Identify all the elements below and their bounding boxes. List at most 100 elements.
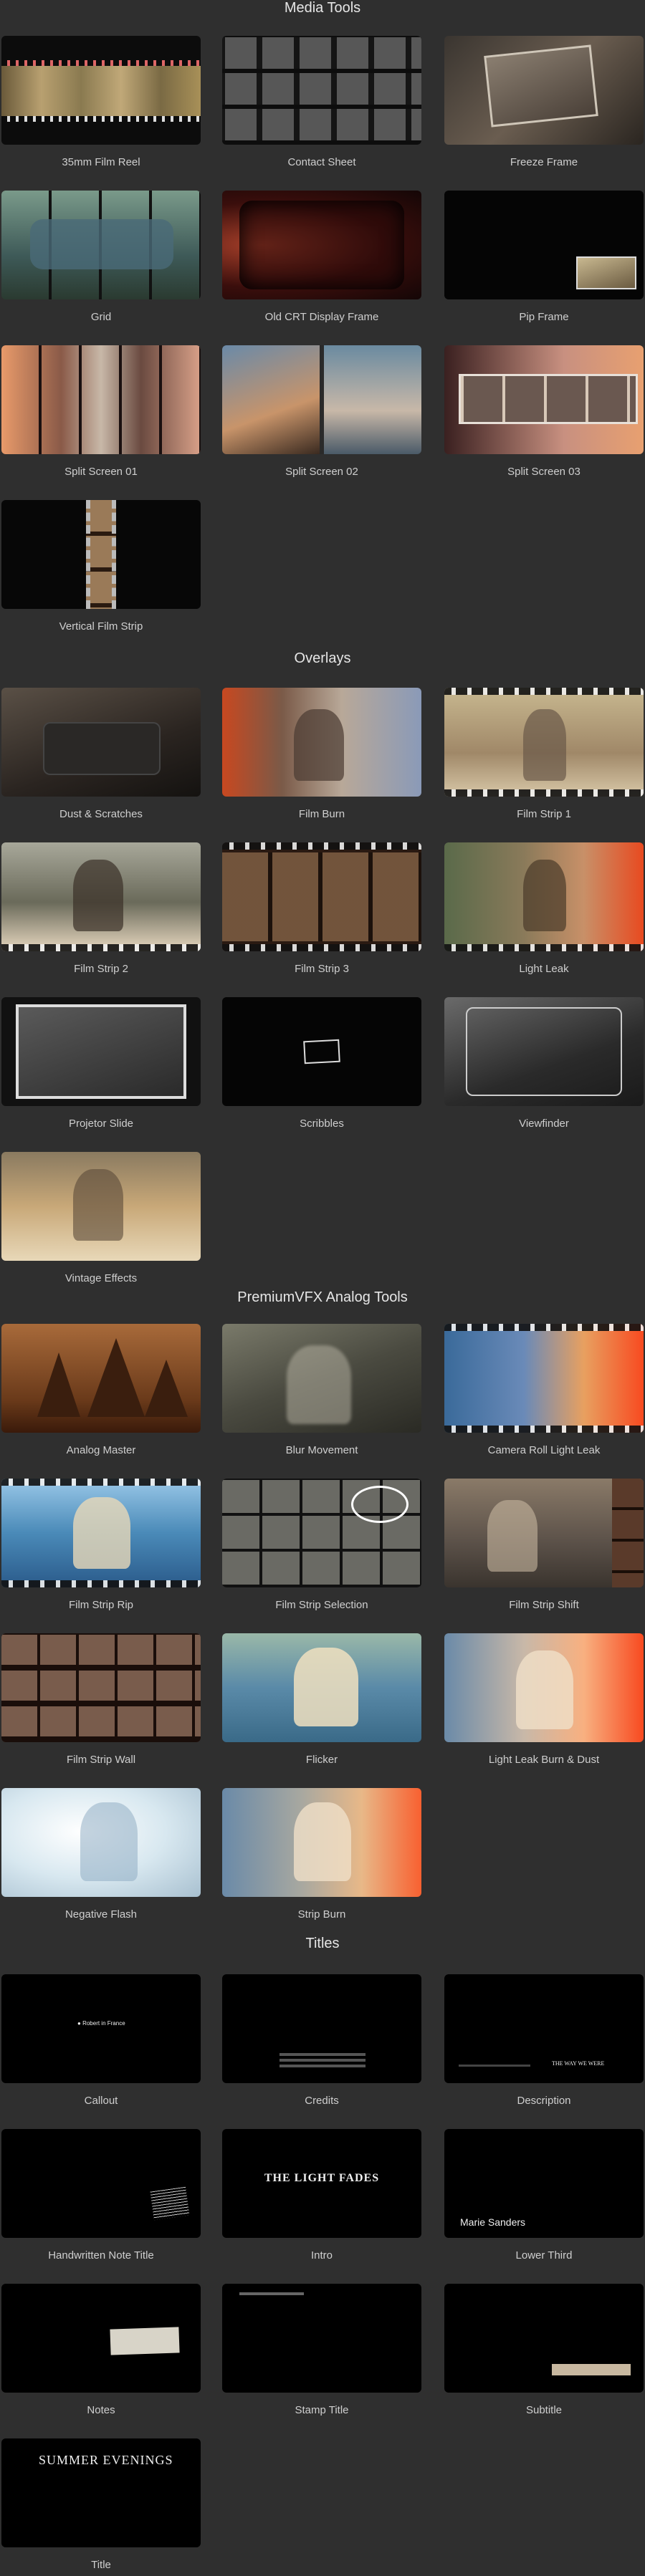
tile-negative-flash[interactable]: Negative Flash — [1, 1788, 201, 1921]
tile-label: Analog Master — [66, 1444, 136, 1456]
thumbnail: THE LIGHT FADES — [222, 2129, 421, 2238]
tile-grid[interactable]: Grid — [1, 191, 201, 323]
tile-film-strip-rip[interactable]: Film Strip Rip — [1, 1479, 201, 1611]
thumbnail — [444, 1633, 644, 1742]
section-title-premium: PremiumVFX Analog Tools — [237, 1289, 408, 1305]
thumb-text: Marie Sanders — [460, 2216, 526, 2228]
thumbnail — [222, 345, 421, 454]
tile-intro[interactable]: THE LIGHT FADES Intro — [222, 2129, 421, 2262]
tile-freeze-frame[interactable]: Freeze Frame — [444, 36, 644, 168]
thumbnail: SUMMER EVENINGS — [1, 2438, 201, 2547]
section-title-overlays: Overlays — [294, 650, 351, 666]
thumbnail — [1, 1633, 201, 1742]
thumbnail — [1, 36, 201, 145]
thumbnail — [222, 688, 421, 797]
tile-label: Grid — [90, 311, 112, 323]
tile-label: Split Screen 01 — [64, 466, 138, 478]
thumbnail: ● Robert in France — [1, 1974, 201, 2083]
tile-notes[interactable]: Notes — [1, 2284, 201, 2416]
tile-label: Viewfinder — [519, 1118, 569, 1130]
thumbnail — [444, 1479, 644, 1587]
thumbnail — [444, 842, 644, 951]
tile-description[interactable]: THE WAY WE WERE Description — [444, 1974, 644, 2107]
tile-label: Subtitle — [525, 2404, 563, 2416]
tile-credits[interactable]: Credits — [222, 1974, 421, 2107]
tile-film-strip-shift[interactable]: Film Strip Shift — [444, 1479, 644, 1611]
thumbnail — [222, 191, 421, 299]
tile-old-crt-display-frame[interactable]: Old CRT Display Frame — [222, 191, 421, 323]
tile-split-screen-02[interactable]: Split Screen 02 — [222, 345, 421, 478]
tile-viewfinder[interactable]: Viewfinder — [444, 997, 644, 1130]
tile-label: Vintage Effects — [64, 1272, 138, 1284]
tile-label: Dust & Scratches — [59, 808, 143, 820]
tile-split-screen-03[interactable]: Split Screen 03 — [444, 345, 644, 478]
tile-label: Old CRT Display Frame — [264, 311, 379, 323]
tile-callout[interactable]: ● Robert in France Callout — [1, 1974, 201, 2107]
tile-label: Split Screen 03 — [507, 466, 580, 478]
tile-lower-third[interactable]: Marie Sanders Lower Third — [444, 2129, 644, 2262]
tile-film-strip-2[interactable]: Film Strip 2 — [1, 842, 201, 975]
tile-label: Negative Flash — [64, 1908, 138, 1921]
thumbnail — [222, 1788, 421, 1897]
tile-subtitle[interactable]: Subtitle — [444, 2284, 644, 2416]
tile-title[interactable]: SUMMER EVENINGS Title — [1, 2438, 201, 2571]
tile-strip-burn[interactable]: Strip Burn — [222, 1788, 421, 1921]
thumb-text: THE WAY WE WERE — [552, 2060, 605, 2067]
thumbnail — [222, 36, 421, 145]
tile-dust-scratches[interactable]: Dust & Scratches — [1, 688, 201, 820]
tile-label: Film Burn — [298, 808, 345, 820]
thumbnail — [444, 36, 644, 145]
tile-light-leak[interactable]: Light Leak — [444, 842, 644, 975]
tile-label: Freeze Frame — [510, 156, 578, 168]
tile-film-burn[interactable]: Film Burn — [222, 688, 421, 820]
tile-film-strip-wall[interactable]: Film Strip Wall — [1, 1633, 201, 1766]
tile-contact-sheet[interactable]: Contact Sheet — [222, 36, 421, 168]
tile-label: Blur Movement — [285, 1444, 358, 1456]
tile-pip-frame[interactable]: Pip Frame — [444, 191, 644, 323]
tile-vintage-effects[interactable]: Vintage Effects — [1, 1152, 201, 1284]
tile-label: Intro — [310, 2249, 333, 2262]
tile-stamp-title[interactable]: Stamp Title — [222, 2284, 421, 2416]
thumbnail: THE WAY WE WERE — [444, 1974, 644, 2083]
tile-split-screen-01[interactable]: Split Screen 01 — [1, 345, 201, 478]
tile-camera-roll-light-leak[interactable]: Camera Roll Light Leak — [444, 1324, 644, 1456]
thumbnail — [1, 997, 201, 1106]
thumbnail — [1, 1788, 201, 1897]
tile-label: Projetor Slide — [68, 1118, 134, 1130]
thumbnail — [444, 1324, 644, 1433]
section-title-titles: Titles — [305, 1936, 340, 1951]
tile-film-strip-3[interactable]: Film Strip 3 — [222, 842, 421, 975]
tile-scribbles[interactable]: Scribbles — [222, 997, 421, 1130]
thumb-text: Robert in France — [82, 2020, 125, 2027]
tile-film-strip-1[interactable]: Film Strip 1 — [444, 688, 644, 820]
tile-handwritten-note-title[interactable]: Handwritten Note Title — [1, 2129, 201, 2262]
thumbnail — [222, 2284, 421, 2393]
tile-label: Flicker — [305, 1754, 338, 1766]
tile-label: Film Strip 3 — [295, 963, 349, 975]
effects-browser: Media Tools 35mm Film Reel Contact Sheet… — [0, 0, 645, 2576]
tile-analog-master[interactable]: Analog Master — [1, 1324, 201, 1456]
thumbnail — [1, 345, 201, 454]
thumbnail — [222, 1479, 421, 1587]
tile-light-leak-burn-dust[interactable]: Light Leak Burn & Dust — [444, 1633, 644, 1766]
tile-blur-movement[interactable]: Blur Movement — [222, 1324, 421, 1456]
tile-vertical-film-strip[interactable]: Vertical Film Strip — [1, 500, 201, 633]
tile-35mm-film-reel[interactable]: 35mm Film Reel — [1, 36, 201, 168]
thumbnail — [222, 1324, 421, 1433]
thumbnail — [1, 842, 201, 951]
thumbnail — [222, 842, 421, 951]
tile-flicker[interactable]: Flicker — [222, 1633, 421, 1766]
tile-label: Film Strip Shift — [509, 1599, 579, 1611]
thumbnail — [1, 1324, 201, 1433]
thumbnail — [1, 688, 201, 797]
tile-projetor-slide[interactable]: Projetor Slide — [1, 997, 201, 1130]
tile-label: Stamp Title — [295, 2404, 349, 2416]
tile-label: Film Strip Rip — [68, 1599, 133, 1611]
thumbnail — [1, 1152, 201, 1261]
tile-film-strip-selection[interactable]: Film Strip Selection — [222, 1479, 421, 1611]
thumbnail — [444, 345, 644, 454]
tile-label: Pip Frame — [519, 311, 569, 323]
thumbnail — [444, 191, 644, 299]
tile-label: Scribbles — [300, 1118, 344, 1130]
thumb-text: THE LIGHT FADES — [264, 2172, 380, 2184]
